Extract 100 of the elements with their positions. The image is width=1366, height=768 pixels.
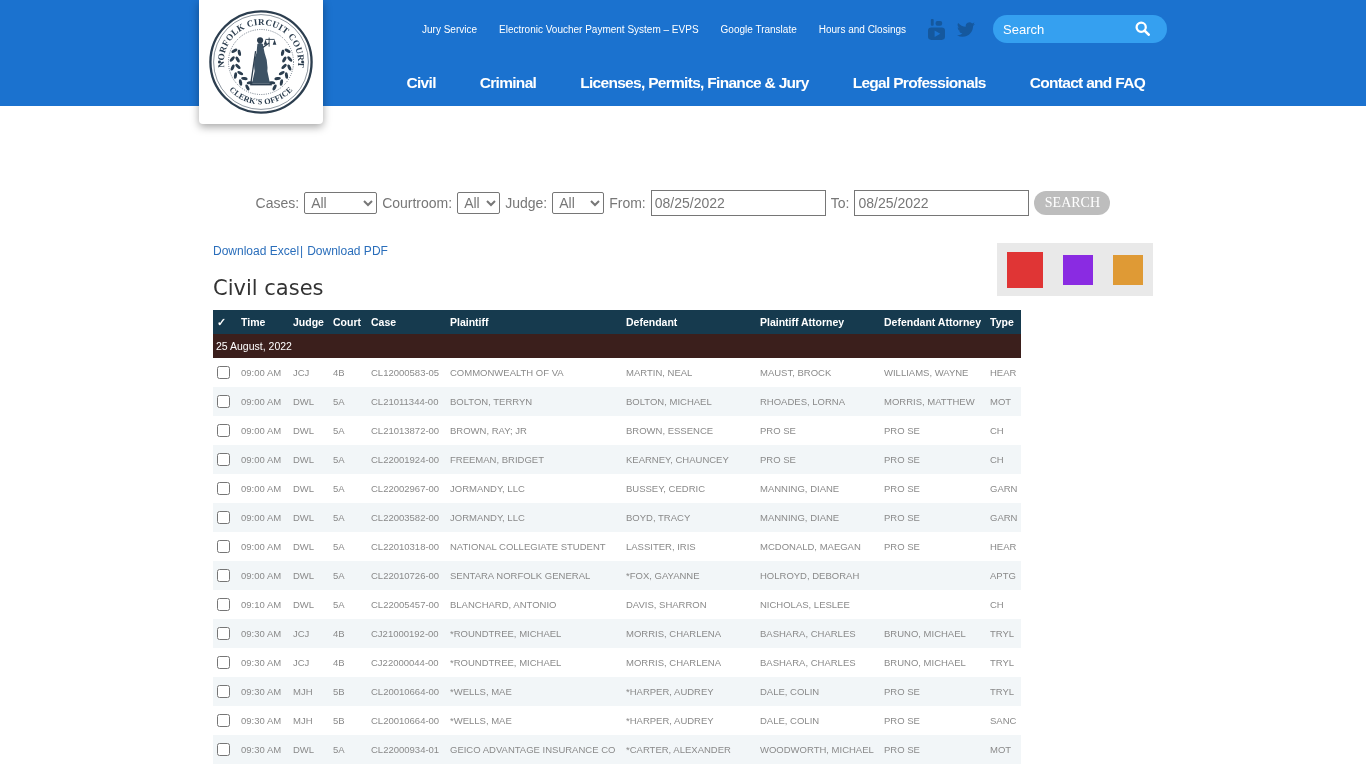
main-nav-link[interactable]: Criminal [479, 73, 537, 93]
main-nav-link[interactable]: Legal Professionals [852, 73, 986, 93]
table-cell: PRO SE [880, 532, 986, 561]
top-nav-link[interactable]: Google Translate [720, 23, 797, 35]
table-cell: HOLROYD, DEBORAH [756, 561, 880, 590]
table-cell: 4B [329, 648, 367, 677]
table-cell: DWL [289, 387, 329, 416]
table-cell: MANNING, DIANE [756, 474, 880, 503]
table-cell: PRO SE [880, 416, 986, 445]
color-swatch-icon[interactable] [1063, 254, 1093, 285]
table-cell: CL22001924-00 [367, 445, 446, 474]
column-header: Defendant [622, 310, 756, 334]
table-cell: BRUNO, MICHAEL [880, 619, 986, 648]
main-nav-link[interactable]: Civil [406, 73, 436, 93]
download-link[interactable]: Download Excel [213, 243, 300, 259]
table-cell: CL22010318-00 [367, 532, 446, 561]
date-field[interactable]: 08/25/2022 [650, 190, 826, 216]
table-cell: MOT [986, 735, 1021, 764]
table-cell: BUSSEY, CEDRIC [622, 474, 756, 503]
row-checkbox[interactable] [217, 627, 230, 640]
table-cell: CH [986, 416, 1021, 445]
table-cell: DWL [289, 590, 329, 619]
top-nav-link[interactable]: Hours and Closings [818, 23, 906, 35]
search-field[interactable]: Search [993, 15, 1167, 43]
table-cell: TRYL [986, 648, 1021, 677]
table-cell: PRO SE [756, 445, 880, 474]
row-checkbox[interactable] [217, 540, 230, 553]
table-cell: 09:00 AM [237, 416, 289, 445]
table-cell: HEAR [986, 532, 1021, 561]
table-cell: 5A [329, 474, 367, 503]
table-cell: CJ21000192-00 [367, 619, 446, 648]
row-checkbox[interactable] [217, 453, 230, 466]
table-cell: CL22000934-01 [367, 735, 446, 764]
table-cell: JCJ [289, 648, 329, 677]
table-cell: MARTIN, NEAL [622, 358, 756, 387]
column-header: Type [986, 310, 1021, 334]
table-cell: DALE, COLIN [756, 677, 880, 706]
table-cell: FREEMAN, BRIDGET [446, 445, 622, 474]
table-cell: KEARNEY, CHAUNCEY [622, 445, 756, 474]
row-checkbox[interactable] [217, 743, 230, 756]
column-header: Court [329, 310, 367, 334]
table-cell: *FOX, GAYANNE [622, 561, 756, 590]
table-cell: DWL [289, 532, 329, 561]
row-checkbox[interactable] [217, 424, 230, 437]
table-cell: JORMANDY, LLC [446, 503, 622, 532]
filter-label: To: [830, 195, 850, 211]
table-cell: 09:30 AM [237, 677, 289, 706]
table-cell: *ROUNDTREE, MICHAEL [446, 619, 622, 648]
filter-dropdown[interactable]: All [552, 192, 605, 214]
table-cell: PRO SE [880, 474, 986, 503]
top-nav-link[interactable]: Electronic Voucher Payment System – EVPS [499, 23, 699, 35]
table-cell: PRO SE [880, 677, 986, 706]
color-swatch-icon[interactable] [1113, 254, 1143, 285]
row-checkbox[interactable] [217, 395, 230, 408]
table-cell: CL22010726-00 [367, 561, 446, 590]
table-cell: 5A [329, 416, 367, 445]
filter-label: Judge: [505, 195, 548, 211]
row-checkbox[interactable] [217, 598, 230, 611]
filter-label: Cases: [255, 195, 300, 211]
table-cell: BROWN, RAY; JR [446, 416, 622, 445]
row-checkbox[interactable] [217, 511, 230, 524]
table-cell: PRO SE [880, 735, 986, 764]
table-cell: PRO SE [756, 416, 880, 445]
table-cell: 09:00 AM [237, 358, 289, 387]
table-cell: PRO SE [880, 445, 986, 474]
table-cell: DWL [289, 735, 329, 764]
table-cell: 5A [329, 735, 367, 764]
top-nav-link[interactable]: Jury Service [422, 23, 477, 35]
search-icon[interactable] [1135, 21, 1150, 36]
row-checkbox[interactable] [217, 569, 230, 582]
table-cell: 09:00 AM [237, 532, 289, 561]
table-cell: MCDONALD, MAEGAN [756, 532, 880, 561]
table-cell: DWL [289, 503, 329, 532]
table-cell: 09:00 AM [237, 503, 289, 532]
download-link[interactable]: Download PDF [307, 243, 388, 259]
table-cell: *HARPER, AUDREY [622, 677, 756, 706]
table-cell: NICHOLAS, LESLEE [756, 590, 880, 619]
table-cell: 5A [329, 561, 367, 590]
row-checkbox[interactable] [217, 714, 230, 727]
row-checkbox[interactable] [217, 656, 230, 669]
table-cell: 5A [329, 503, 367, 532]
filter-dropdown[interactable]: All [457, 192, 501, 214]
main-nav-link[interactable]: Licenses, Permits, Finance & Jury [580, 73, 809, 93]
row-checkbox[interactable] [217, 366, 230, 379]
table-cell: CH [986, 590, 1021, 619]
main-nav-link[interactable]: Contact and FAQ [1029, 73, 1145, 93]
table-cell: CL12000583-05 [367, 358, 446, 387]
table-cell: TRYL [986, 619, 1021, 648]
table-cell: WILLIAMS, WAYNE [880, 358, 986, 387]
table-cell: 09:10 AM [237, 590, 289, 619]
table-cell: *WELLS, MAE [446, 677, 622, 706]
row-checkbox[interactable] [217, 482, 230, 495]
date-field[interactable]: 08/25/2022 [854, 190, 1030, 216]
table-cell: BOLTON, TERRYN [446, 387, 622, 416]
filter-dropdown[interactable]: All [304, 192, 378, 214]
table-cell: MANNING, DIANE [756, 503, 880, 532]
table-cell: *HARPER, AUDREY [622, 706, 756, 735]
table-cell: *WELLS, MAE [446, 706, 622, 735]
row-checkbox[interactable] [217, 685, 230, 698]
color-swatch-icon[interactable] [1007, 251, 1043, 288]
